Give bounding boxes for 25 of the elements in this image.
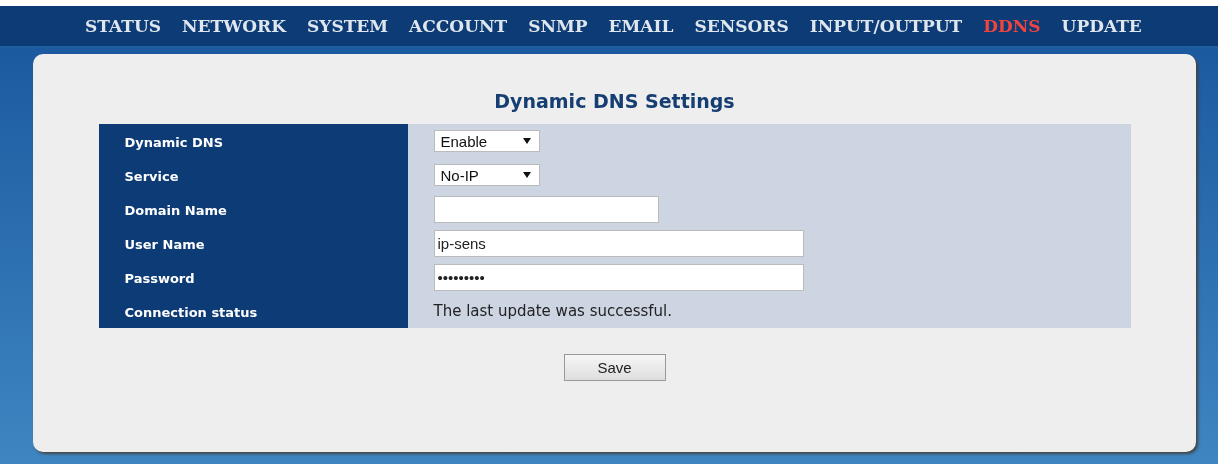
dropdown[interactable]: Enable [433, 130, 540, 152]
input-field[interactable]: ••••••••• [433, 263, 804, 291]
nav-tab[interactable]: NETWORK [182, 16, 286, 36]
field-label: User Name [124, 236, 205, 252]
nav-tab[interactable]: SYSTEM [306, 16, 389, 36]
field-label: Service [124, 168, 179, 184]
nav-tab[interactable]: SNMP [528, 16, 588, 36]
section-title: Dynamic DNS Settings [494, 90, 735, 112]
nav-tab[interactable]: UPDATE [1061, 16, 1142, 36]
field-label: Connection status [124, 304, 258, 320]
nav-tab[interactable]: ACCOUNT [409, 16, 508, 36]
status-text: The last update was successful. [433, 302, 673, 320]
nav-tab[interactable]: INPUT/OUTPUT [809, 16, 963, 36]
field-label: Password [124, 270, 195, 286]
input-field[interactable]: ip-sens [433, 229, 804, 257]
save-button[interactable]: Save [563, 354, 666, 381]
field-label: Domain Name [124, 202, 227, 218]
nav-tab[interactable]: EMAIL [608, 16, 674, 36]
caret-icon [522, 138, 531, 144]
input-field[interactable] [433, 195, 659, 223]
nav-tab[interactable]: STATUS [85, 16, 161, 36]
nav-tab[interactable]: SENSORS [694, 16, 789, 36]
field-label: Dynamic DNS [124, 134, 224, 150]
caret-icon [522, 172, 531, 178]
dropdown[interactable]: No-IP [433, 164, 540, 186]
